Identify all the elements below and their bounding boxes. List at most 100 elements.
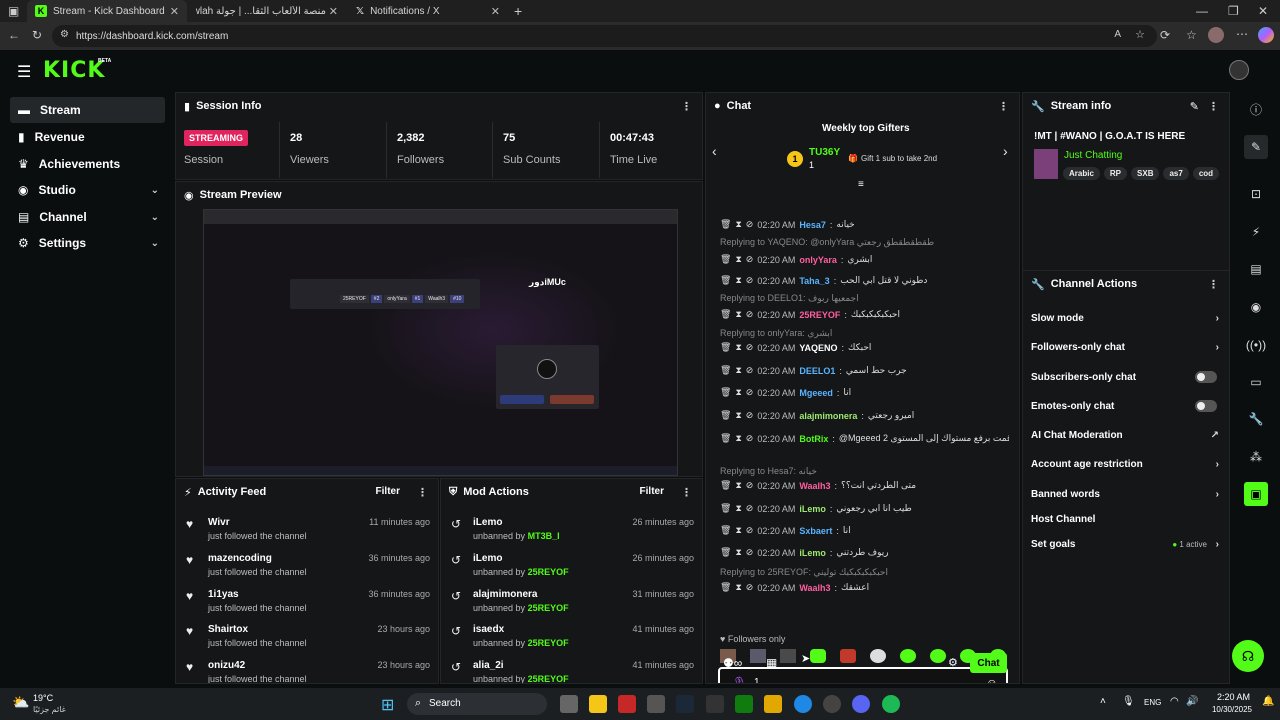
emote[interactable] xyxy=(900,649,916,663)
ban-icon[interactable]: ⊘ xyxy=(746,254,754,265)
subscribers-only-toggle[interactable] xyxy=(1195,371,1217,383)
message-username[interactable]: Waalh3 xyxy=(799,583,830,593)
kebab-menu-icon[interactable]: ⋮ xyxy=(681,486,692,499)
trash-icon[interactable]: 🗑 xyxy=(720,275,731,286)
chat-message[interactable]: 🗑 ⧗ ⊘ 02:20 AM iLemo: ريوف طردتني xyxy=(720,547,1009,558)
app-icon[interactable] xyxy=(764,695,782,713)
chat-message[interactable]: 🗑 ⧗ ⊘ 02:20 AM onlyYara: ابشري xyxy=(720,254,1009,265)
app-icon[interactable] xyxy=(706,695,724,713)
message-username[interactable]: Hesa7 xyxy=(799,220,826,230)
close-window-icon[interactable]: ✕ xyxy=(1258,4,1268,18)
tab-kick-dashboard[interactable]: K Stream - Kick Dashboard ✕ xyxy=(27,0,187,22)
list-item[interactable]: ↺ alia_2i unbanned by 25REYOF 41 minutes ag… xyxy=(451,658,694,683)
kebab-menu-icon[interactable]: ⋮ xyxy=(681,100,692,113)
reload-icon[interactable]: ↻ xyxy=(32,28,42,42)
microphone-icon[interactable]: 🎙 xyxy=(1122,696,1135,707)
tag[interactable]: RP xyxy=(1103,167,1128,180)
list-item[interactable]: ↺ isaedx unbanned by 25REYOF 41 minutes ago xyxy=(451,622,694,658)
new-tab-icon[interactable]: + xyxy=(514,3,522,19)
ban-icon[interactable]: ⊘ xyxy=(746,365,754,376)
filter-button[interactable]: Filter xyxy=(640,486,664,497)
list-item[interactable]: ♥ 1i1yas just followed the channel 36 minut… xyxy=(186,587,430,623)
ai-moderation-row[interactable]: AI Chat Moderation ↗ xyxy=(1031,424,1221,446)
chat-message[interactable]: 🗑 ⧗ ⊘ 02:20 AM Hesa7: خيانه xyxy=(720,219,1009,230)
profile-avatar[interactable] xyxy=(1208,27,1224,43)
timeout-icon[interactable]: ⧗ xyxy=(735,219,741,230)
chat-bubble-icon[interactable]: ◉ xyxy=(1244,295,1268,319)
file-explorer-icon[interactable] xyxy=(589,695,607,713)
trash-icon[interactable]: 🗑 xyxy=(720,342,731,353)
message-username[interactable]: Waalh3 xyxy=(799,481,830,491)
timeout-icon[interactable]: ⧗ xyxy=(735,503,741,514)
timeout-icon[interactable]: ⧗ xyxy=(735,254,741,265)
list-item[interactable]: ♥ onizu42 just followed the channel 23 hour… xyxy=(186,658,430,683)
close-tab-icon[interactable]: ✕ xyxy=(491,5,500,18)
ban-icon[interactable]: ⊘ xyxy=(746,480,754,491)
user-list-icon[interactable]: ⚉∞ xyxy=(723,656,742,670)
top-gifter-name[interactable]: TU36Y xyxy=(809,147,840,158)
chat-message[interactable]: 🗑 ⧗ ⊘ 02:20 AM Mgeeed: انا xyxy=(720,387,1009,398)
ban-icon[interactable]: ⊘ xyxy=(746,275,754,286)
timeout-icon[interactable]: ⧗ xyxy=(735,275,741,286)
chat-message[interactable]: 🗑 ⧗ ⊘ 02:20 AM Taha_3: دطوني لا قتل ابي الحب xyxy=(720,275,1009,286)
hamburger-menu-icon[interactable]: ☰ xyxy=(17,62,31,82)
trash-icon[interactable]: 🗑 xyxy=(720,410,731,421)
emote[interactable] xyxy=(810,649,826,663)
ban-icon[interactable]: ⊘ xyxy=(746,525,754,536)
sidebar-item-settings[interactable]: ⚙ Settings ⌄ xyxy=(10,230,165,256)
trash-icon[interactable]: 🗑 xyxy=(720,309,731,320)
document-icon[interactable]: ▤ xyxy=(1244,257,1268,281)
close-tab-icon[interactable]: ✕ xyxy=(170,5,179,18)
discord-icon[interactable] xyxy=(852,695,870,713)
extensions-icon[interactable]: ⟳ xyxy=(1160,28,1170,42)
edge-icon[interactable] xyxy=(794,695,812,713)
trash-icon[interactable]: 🗑 xyxy=(720,365,731,376)
timeout-icon[interactable]: ⧗ xyxy=(735,365,741,376)
gift-store-icon[interactable]: ▦ xyxy=(766,656,777,670)
steam-icon[interactable] xyxy=(676,695,694,713)
ban-icon[interactable]: ⊘ xyxy=(746,582,754,593)
tag[interactable]: as7 xyxy=(1163,167,1189,180)
account-age-row[interactable]: Account age restriction › xyxy=(1031,453,1221,475)
list-item[interactable]: ♥ Wivr just followed the channel 11 minutes… xyxy=(186,515,430,551)
chat-message[interactable]: 🗑 ⧗ ⊘ 02:20 AM Sxbaert: انا xyxy=(720,525,1009,536)
message-username[interactable]: alajmimonera xyxy=(799,411,857,421)
chat-message[interactable]: 🗑 ⧗ ⊘ 02:20 AM Waalh3: متى الطردتي انت؟؟ xyxy=(720,480,1009,491)
kebab-menu-icon[interactable]: ⋮ xyxy=(1208,278,1219,291)
timeout-icon[interactable]: ⧗ xyxy=(735,387,741,398)
list-item[interactable]: ↺ alajmimonera unbanned by 25REYOF 31 minut… xyxy=(451,587,694,623)
wifi-icon[interactable]: ◠ xyxy=(1170,696,1179,707)
target-icon[interactable]: ⊡ xyxy=(1244,182,1268,206)
list-item[interactable]: ♥ mazencoding just followed the channel 36 … xyxy=(186,551,430,587)
slow-mode-row[interactable]: Slow mode › xyxy=(1031,307,1221,329)
spotify-icon[interactable] xyxy=(882,695,900,713)
maximize-icon[interactable]: ❐ xyxy=(1228,4,1239,18)
message-username[interactable]: Sxbaert xyxy=(799,526,832,536)
chevron-right-icon[interactable]: › xyxy=(1003,143,1008,159)
emotes-only-toggle[interactable] xyxy=(1195,400,1217,412)
ban-icon[interactable]: ⊘ xyxy=(746,410,754,421)
chat-message[interactable]: 🗑 ⧗ ⊘ 02:20 AM BotRix: @Mgeeed قمت برفع مستوا… xyxy=(720,433,1009,444)
minimize-icon[interactable]: — xyxy=(1196,4,1208,18)
chevron-up-icon[interactable]: ˄ xyxy=(1100,696,1106,707)
pin-collapse-icon[interactable]: ≡ xyxy=(858,179,864,190)
sidebar-item-studio[interactable]: ◉ Studio ⌄ xyxy=(10,177,165,203)
timeout-icon[interactable]: ⧗ xyxy=(735,547,741,558)
sidebar-item-channel[interactable]: ▤ Channel ⌄ xyxy=(10,204,165,230)
info-icon[interactable]: ⓘ xyxy=(1244,97,1268,121)
stream-preview-video[interactable]: دورiMUc 25REYOF #2 onlyYara #1 Waalh3 #1… xyxy=(203,209,678,476)
microphone-icon[interactable]: 🎙 xyxy=(732,676,747,683)
category-thumbnail[interactable] xyxy=(1034,149,1058,179)
back-icon[interactable]: ← xyxy=(8,28,20,42)
ban-icon[interactable]: ⊘ xyxy=(746,219,754,230)
sidebar-item-revenue[interactable]: ▮ Revenue xyxy=(10,124,165,150)
more-menu-icon[interactable]: ⋯ xyxy=(1236,27,1248,41)
message-username[interactable]: iLemo xyxy=(799,504,826,514)
banned-words-row[interactable]: Banned words › xyxy=(1031,483,1221,505)
ban-icon[interactable]: ⊘ xyxy=(746,503,754,514)
help-chat-icon[interactable]: ☊ xyxy=(1232,640,1264,672)
language-indicator[interactable]: ENG xyxy=(1144,698,1161,707)
trash-icon[interactable]: 🗑 xyxy=(720,219,731,230)
tab-x-notifications[interactable]: 𝕏 Notifications / X ✕ xyxy=(348,0,508,22)
message-username[interactable]: onlyYara xyxy=(799,255,837,265)
